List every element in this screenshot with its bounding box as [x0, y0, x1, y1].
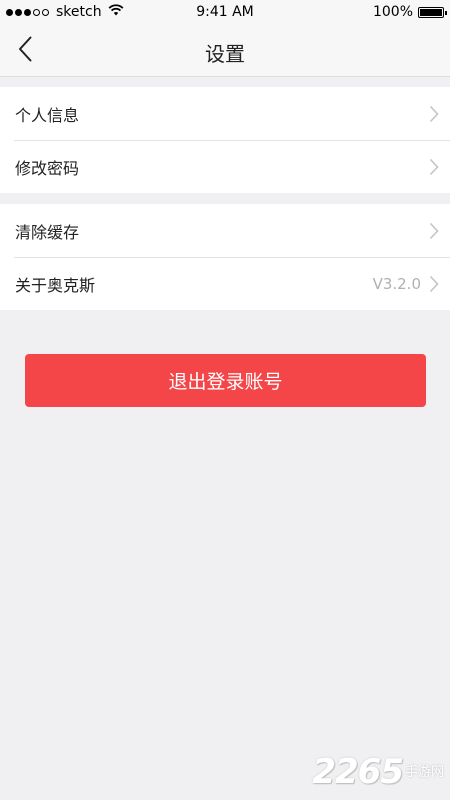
settings-item-label: 个人信息 [15, 105, 80, 125]
watermark-text: 手游网 [404, 765, 444, 780]
status-bar: sketch 9:41 AM 100% [0, 0, 450, 26]
chevron-right-icon [429, 275, 439, 293]
watermark-number: 2265 [312, 752, 404, 792]
chevron-right-icon [429, 158, 439, 176]
status-right: 100% [372, 4, 447, 20]
settings-item-personal-info[interactable]: 个人信息 [0, 87, 450, 140]
settings-item-label: 修改密码 [15, 158, 80, 178]
settings-group-app: 清除缓存 关于奥克斯 V3.2.0 [0, 204, 450, 310]
logout-button[interactable]: 退出登录账号 [25, 354, 426, 407]
watermark-logo: 2265 手游网 [312, 752, 444, 792]
battery-icon [418, 6, 447, 18]
battery-fill [420, 8, 442, 16]
navigation-bar: 设置 [0, 26, 450, 77]
page-title: 设置 [205, 42, 245, 66]
version-value: V3.2.0 [372, 274, 421, 293]
chevron-right-icon [429, 222, 439, 240]
settings-item-about[interactable]: 关于奥克斯 V3.2.0 [0, 257, 450, 310]
settings-item-label: 关于奥克斯 [15, 275, 96, 295]
settings-item-change-password[interactable]: 修改密码 [0, 140, 450, 193]
settings-item-clear-cache[interactable]: 清除缓存 [0, 204, 450, 257]
settings-group-account: 个人信息 修改密码 [0, 87, 450, 193]
battery-cap [445, 10, 447, 15]
settings-screen: sketch 9:41 AM 100% 设置 个人信息 修改密码 清除缓存 关于… [0, 0, 450, 800]
battery-percent: 100% [372, 4, 413, 20]
chevron-right-icon [429, 105, 439, 123]
settings-item-label: 清除缓存 [15, 222, 80, 242]
